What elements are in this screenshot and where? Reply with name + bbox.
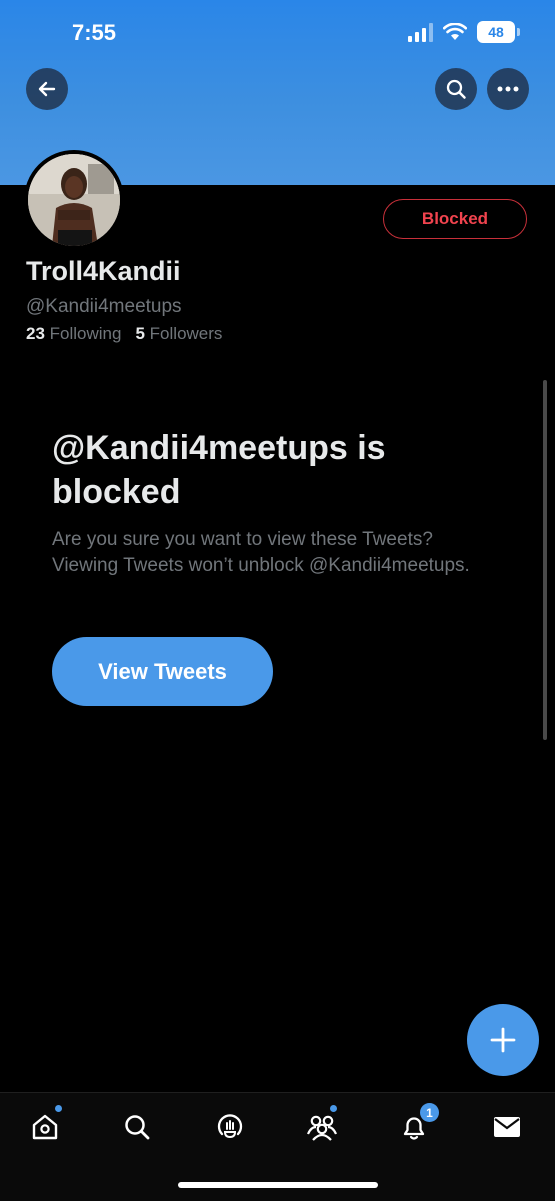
tab-notifications[interactable]: 1 [396,1103,439,1145]
compose-tweet-button[interactable] [467,1004,539,1076]
followers-link[interactable]: 5 Followers [135,324,222,344]
blocked-notice-description: Are you sure you want to view these Twee… [52,529,470,576]
view-tweets-button[interactable]: View Tweets [52,637,273,706]
spaces-icon [217,1114,243,1139]
communities-icon [306,1115,338,1141]
tab-search[interactable] [119,1109,155,1145]
tab-spaces[interactable] [212,1109,248,1145]
following-link[interactable]: 23 Following [26,324,121,344]
home-indicator[interactable] [178,1182,378,1188]
battery-indicator: 48 [477,21,520,43]
following-label: Following [49,324,122,343]
blocked-notice-title: @Kandii4meetups is blocked [52,429,386,511]
search-button[interactable] [435,68,477,110]
more-horizontal-icon [497,86,519,92]
followers-label: Followers [149,324,223,343]
back-button[interactable] [26,68,68,110]
following-count: 23 [26,324,45,343]
messages-icon [494,1117,520,1137]
tab-home[interactable] [27,1105,63,1145]
blocked-button[interactable]: Blocked [383,199,527,239]
arrow-left-icon [38,81,56,97]
profile-handle: @Kandii4meetups [26,296,182,317]
followers-count: 5 [135,324,145,343]
profile-display-name: Troll4Kandii [26,256,181,286]
communities-notification-dot [330,1105,337,1112]
avatar-photo [28,154,120,246]
search-icon [125,1115,150,1140]
scrollbar[interactable] [543,380,547,740]
wifi-icon [443,23,467,40]
status-time: 7:55 [72,20,117,45]
status-icons: 48 [408,21,520,43]
notifications-count-badge: 1 [420,1103,439,1122]
plus-icon [490,1027,516,1053]
search-icon [446,79,466,99]
signal-icon [408,22,433,42]
follow-stats: 23 Following 5 Followers [26,324,222,344]
home-icon [32,1114,58,1140]
home-notification-dot [55,1105,62,1112]
more-button[interactable] [487,68,529,110]
tab-communities[interactable] [304,1105,340,1145]
avatar[interactable] [24,150,124,250]
tab-messages[interactable] [489,1109,525,1145]
